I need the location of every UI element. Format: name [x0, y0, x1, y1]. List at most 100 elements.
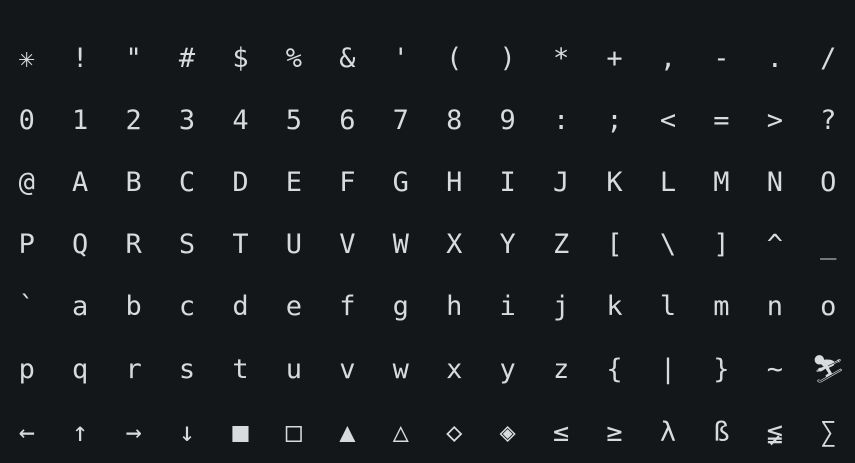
glyph-cell: O — [820, 166, 837, 198]
glyph-cell: ∑ — [820, 416, 837, 448]
glyph-cell: ` — [18, 291, 35, 322]
glyph-cell: # — [178, 43, 196, 74]
glyph-cell: Y — [499, 228, 516, 260]
glyph-cell: ) — [499, 43, 516, 74]
glyph-cell: ≨ — [766, 416, 783, 448]
glyph-cell: e — [285, 291, 303, 322]
glyph-cell: 1 — [72, 105, 89, 136]
glyph-cell: A — [72, 166, 89, 198]
glyph-cell: m — [713, 291, 730, 322]
glyph-cell: ✳ — [18, 43, 35, 74]
glyph-cell: | — [659, 354, 677, 385]
glyph-cell: 4 — [232, 105, 249, 136]
top-spacer — [0, 0, 855, 27]
glyph-cell: { — [606, 354, 623, 385]
glyph-cell: C — [178, 166, 196, 198]
glyph-cell: . — [766, 43, 783, 74]
glyph-cell: V — [339, 228, 356, 260]
glyph-cell: K — [606, 166, 623, 198]
glyph-cell: $ — [232, 43, 249, 74]
glyph-cell: f — [339, 291, 356, 322]
glyph-cell: X — [446, 228, 463, 260]
glyph-cell: c — [178, 291, 196, 322]
glyph-cell: → — [125, 416, 142, 448]
glyph-cell: g — [392, 291, 409, 322]
glyph-cell: n — [766, 291, 783, 322]
glyph-cell: < — [659, 105, 677, 136]
glyph-cell: □ — [285, 416, 303, 448]
glyph-cell: P — [18, 228, 35, 260]
glyph-cell: ■ — [232, 416, 249, 448]
glyph-cell: ' — [392, 43, 409, 74]
glyph-cell: 9 — [499, 105, 516, 136]
glyph-cell: ≥ — [606, 416, 623, 448]
glyph-cell: % — [285, 43, 303, 74]
glyph-cell: @ — [18, 166, 35, 198]
glyph-cell: + — [606, 43, 623, 74]
glyph-cell: λ — [659, 416, 677, 448]
glyph-cell: ⛷ — [811, 354, 846, 385]
glyph-cell: ≤ — [552, 416, 570, 448]
glyph-cell: 0 — [18, 105, 35, 136]
glyph-cell: M — [713, 166, 730, 198]
glyph-cell: i — [499, 291, 516, 322]
glyph-cell: 6 — [339, 105, 356, 136]
glyph-cell: / — [820, 43, 837, 74]
glyph-cell: L — [659, 166, 677, 198]
glyph-cell: Q — [72, 228, 89, 260]
glyph-cell: y — [499, 354, 516, 385]
glyph-cell: F — [339, 166, 356, 198]
glyph-cell: k — [606, 291, 623, 322]
glyph-cell: b — [125, 291, 142, 322]
glyph-cell: △ — [392, 416, 409, 448]
glyph-cell: t — [232, 354, 249, 385]
glyph-cell: w — [392, 354, 409, 385]
glyph-cell: B — [125, 166, 142, 198]
glyph-cell: ◇ — [446, 416, 463, 448]
glyph-cell: ! — [72, 43, 89, 74]
glyph-cell: N — [766, 166, 783, 198]
glyph-cell: Z — [552, 228, 570, 260]
glyph-cell: = — [713, 105, 730, 136]
glyph-cell: ← — [18, 416, 35, 448]
glyph-cell: U — [285, 228, 303, 260]
glyph-cell: x — [446, 354, 463, 385]
glyph-cell: , — [659, 43, 677, 74]
glyph-cell: u — [285, 354, 303, 385]
glyph-cell: 8 — [446, 105, 463, 136]
glyph-cell: _ — [820, 228, 837, 260]
glyph-cell: ^ — [766, 228, 783, 260]
glyph-cell: d — [232, 291, 249, 322]
glyph-cell: o — [820, 291, 837, 322]
glyph-cell: v — [339, 354, 356, 385]
glyph-cell: D — [232, 166, 249, 198]
glyph-cell: 7 — [392, 105, 409, 136]
glyph-cell: z — [552, 354, 570, 385]
glyph-cell: I — [499, 166, 516, 198]
glyph-cell: ? — [820, 105, 837, 136]
glyph-cell: ( — [446, 43, 463, 74]
glyph-cell: T — [232, 228, 249, 260]
glyph-cell: p — [18, 354, 35, 385]
glyph-cell: \ — [659, 228, 677, 260]
glyph-cell: } — [713, 354, 730, 385]
glyph-cell: ◈ — [499, 416, 516, 448]
glyph-cell: ↑ — [72, 416, 89, 448]
glyph-cell: G — [392, 166, 409, 198]
glyph-cell: ▲ — [339, 416, 356, 448]
glyph-cell: ~ — [766, 354, 783, 385]
glyph-cell: a — [72, 291, 89, 322]
glyph-cell: ß — [713, 416, 730, 448]
glyph-cell: h — [446, 291, 463, 322]
glyph-cell: : — [552, 105, 570, 136]
glyph-grid: ✳! " # $% & ' () * +, -. / 0 1 2 3 4 5 6 7 8 9:; < = >? @ A B C D E F G… — [0, 0, 855, 446]
glyph-cell: 5 — [285, 105, 303, 136]
glyph-cell: q — [72, 354, 89, 385]
glyph-cell: - — [713, 43, 730, 74]
glyph-cell: W — [392, 228, 409, 260]
glyph-cell: R — [125, 228, 142, 260]
glyph-cell: S — [178, 228, 196, 260]
glyph-cell: l — [659, 291, 677, 322]
glyph-cell: s — [178, 354, 196, 385]
glyph-cell: ] — [713, 228, 730, 260]
